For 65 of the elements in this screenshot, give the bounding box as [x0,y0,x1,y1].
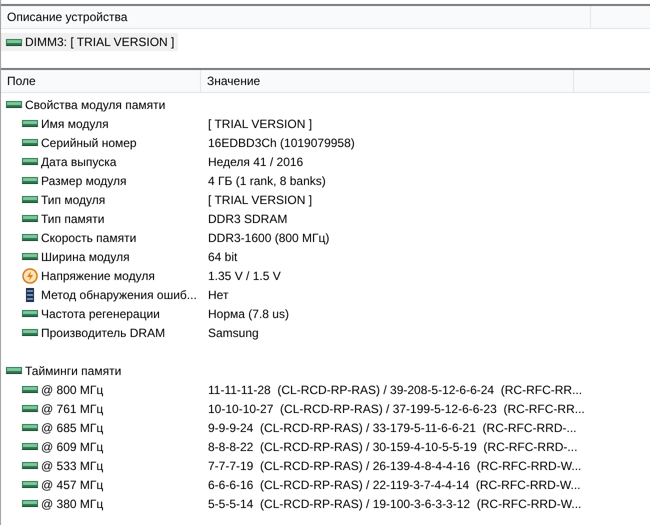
memory-module-icon [22,499,38,508]
value-text: 8-8-8-22 (CL-RCD-RP-RAS) / 30-159-4-10-5-5-19 (RC-RFC-RRD-... [208,440,578,454]
field-label: @ 761 МГц [41,402,104,416]
memory-module-icon [22,214,38,223]
memory-module-icon [22,195,38,204]
memory-module-icon [22,119,38,128]
value-text: DDR3-1600 (800 МГц) [208,230,330,244]
value-text: Нет [208,288,228,302]
value-text: DDR3 SDRAM [208,212,288,226]
memory-module-icon [22,138,38,147]
memory-module-icon [22,176,38,185]
memory-module-icon [22,423,38,432]
memory-module-icon [6,366,22,375]
field-label: Метод обнаружения ошиб... [41,288,197,302]
column-header[interactable]: Поле [1,70,201,92]
field-label: @ 685 МГц [41,420,104,434]
field-label: Скорость памяти [41,230,136,244]
value-text: 9-9-9-24 (CL-RCD-RP-RAS) / 33-179-5-11-6-6-21 (RC-RFC-RRD-... [208,420,577,434]
memory-module-icon [22,442,38,451]
field-label: Производитель DRAM [41,326,166,340]
memory-module-icon [6,38,22,46]
field-label: Напряжение модуля [41,268,155,282]
memory-module-icon [22,480,38,489]
device-item[interactable]: DIMM3: [ TRIAL VERSION ] [1,33,178,51]
memory-module-icon [6,100,22,109]
value-text: 1.35 V / 1.5 V [208,268,281,282]
field-label: Тип памяти [41,212,104,226]
field-label: Тип модуля [41,192,106,206]
field-label: Частота регенерации [41,306,160,320]
field-label: Размер модуля [41,174,126,188]
memory-module-icon [22,461,38,470]
value-text: 16EDBD3Ch (1019079958) [208,136,355,150]
column-header[interactable]: Значение [201,70,574,92]
field-label: @ 380 МГц [41,496,104,510]
value-text: Норма (7.8 us) [208,306,289,320]
memory-module-icon [22,385,38,394]
value-text: 7-7-7-19 (CL-RCD-RP-RAS) / 26-139-4-8-4-4-16 (RC-RFC-RRD-W... [208,458,582,472]
field-label: Серийный номер [41,136,137,150]
field-label: Имя модуля [41,116,109,130]
memory-module-icon [22,233,38,242]
memory-module-icon [22,404,38,413]
field-label: Дата выпуска [41,154,116,168]
memory-module-icon [22,252,38,261]
value-text: [ TRIAL VERSION ] [208,192,312,206]
field-label: @ 457 МГц [41,478,104,492]
memory-module-icon [22,309,38,318]
memory-module-icon [22,328,38,337]
value-text: 4 ГБ (1 rank, 8 banks) [208,174,326,188]
value-text: 5-5-5-14 (CL-RCD-RP-RAS) / 19-100-3-6-3-3-12 (RC-RFC-RRD-W... [208,496,582,510]
value-text: Samsung [208,326,259,340]
group-label: Тайминги памяти [25,364,122,378]
lightning-icon [22,268,38,284]
value-text: Неделя 41 / 2016 [208,154,304,168]
value-text: [ TRIAL VERSION ] [208,116,312,130]
column-header[interactable]: Описание устройства [1,6,591,28]
field-label: @ 800 МГц [41,382,104,396]
group-label: Свойства модуля памяти [25,98,166,112]
field-label: @ 609 МГц [41,440,104,454]
value-text: 11-11-11-28 (CL-RCD-RP-RAS) / 39-208-5-12-6-6-24 (RC-RFC-RR... [208,382,582,396]
value-text: 10-10-10-27 (CL-RCD-RP-RAS) / 37-199-5-12-6-6-23 (RC-RFC-RR... [208,402,585,416]
field-label: @ 533 МГц [41,458,104,472]
value-text: 6-6-6-16 (CL-RCD-RP-RAS) / 22-119-3-7-4-4-14 (RC-RFC-RRD-W... [208,478,580,492]
memory-module-icon [22,157,38,166]
value-text: 64 bit [208,250,238,264]
field-label: Ширина модуля [41,250,130,264]
